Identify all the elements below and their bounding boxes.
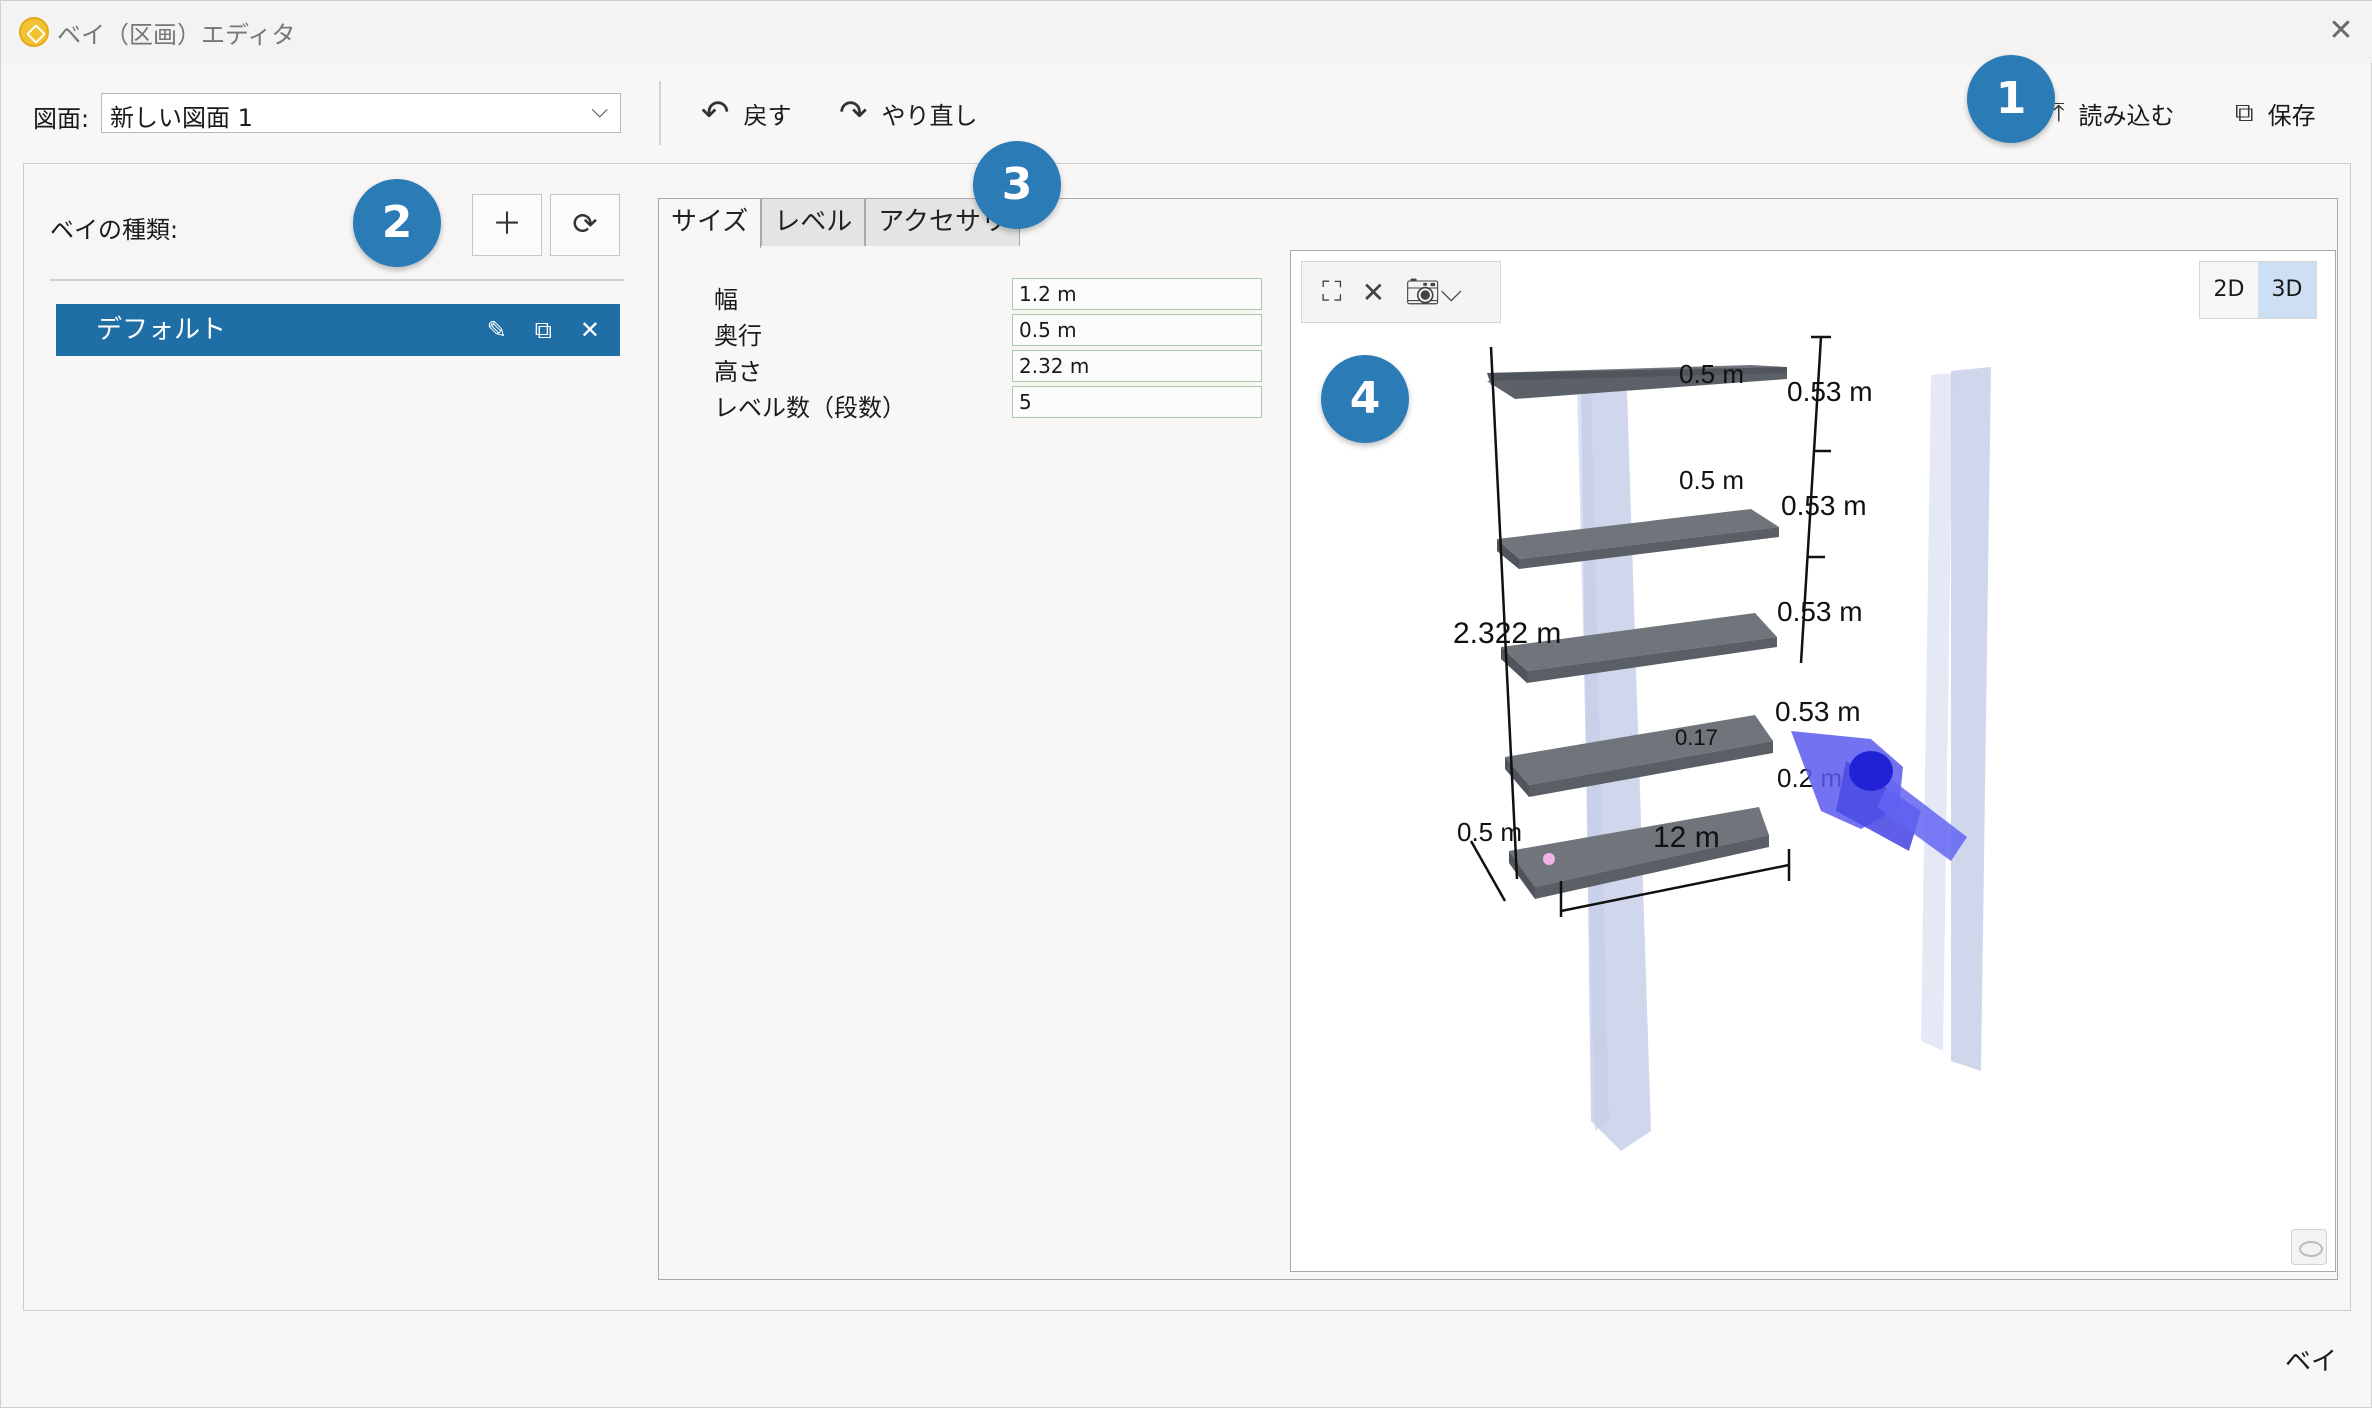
prop-row-levels: レベル数（段数） 5 — [692, 386, 1262, 422]
add-bay-button[interactable]: ＋ — [472, 194, 542, 256]
right-upright — [1951, 367, 1991, 1071]
bay-types-pane: ベイの種類: ＋ ⟳ デフォルト ✎ ⧉ ✕ — [24, 164, 644, 1310]
width-label: 幅 — [714, 286, 738, 314]
edit-icon[interactable]: ✎ — [487, 304, 507, 356]
3d-viewport[interactable]: 0.5 m 0.53 m 0.5 m 0.53 m 0.53 m 2.322 m… — [1290, 250, 2336, 1272]
refresh-icon: ⟳ — [572, 207, 598, 242]
bay-3d-scene: 0.5 m 0.53 m 0.5 m 0.53 m 0.53 m 2.322 m… — [1453, 335, 1991, 1151]
size-properties: 幅 1.2 m 奥行 0.5 m 高さ 2.32 m レベル数（段数） 5 — [692, 278, 1262, 422]
dim-level-4: 0.53 m — [1775, 696, 1861, 727]
height-input[interactable]: 2.32 m — [1012, 350, 1262, 382]
tab-level[interactable]: レベル — [761, 198, 866, 246]
bay-types-label: ベイの種類: — [50, 216, 179, 244]
drawing-select[interactable]: 新しい図面 1 ⌵ — [101, 93, 621, 133]
width-input[interactable]: 1.2 m — [1012, 278, 1262, 310]
drawing-label: 図面: — [33, 105, 90, 133]
levels-label: レベル数（段数） — [714, 394, 906, 422]
right-back-upright — [1921, 373, 1953, 1051]
toolbar-separator — [659, 81, 661, 145]
depth-input[interactable]: 0.5 m — [1012, 314, 1262, 346]
dim-depth-top: 0.5 m — [1679, 359, 1744, 389]
tab-size[interactable]: サイズ — [658, 198, 762, 248]
view-mode-toggle: 2D 3D — [2199, 261, 2317, 319]
mode-3d-button[interactable]: 3D — [2258, 262, 2316, 318]
status-text: ベイ — [2284, 1347, 2337, 1377]
callout-badge-4: 4 — [1321, 355, 1409, 443]
levels-input[interactable]: 5 — [1012, 386, 1262, 418]
mode-2d-button[interactable]: 2D — [2200, 262, 2258, 318]
dim-depth-bottom: 0.5 m — [1457, 817, 1522, 847]
main-panel: ベイの種類: ＋ ⟳ デフォルト ✎ ⧉ ✕ サイズ レベル アクセサリ 幅 1… — [23, 163, 2351, 1311]
bay-editor-window: ベイ（区画）エディタ ✕ 図面: 新しい図面 1 ⌵ ↶ 戻す ↷ やり直し ⤒… — [0, 0, 2372, 1408]
prop-row-width: 幅 1.2 m — [692, 278, 1262, 314]
plus-icon: ＋ — [492, 207, 522, 242]
app-logo-icon — [19, 17, 49, 47]
redo-label: やり直し — [881, 101, 978, 130]
callout-badge-1: 1 — [1967, 55, 2055, 143]
dim-level-2: 0.53 m — [1781, 490, 1867, 521]
callout-badge-2: 2 — [353, 179, 441, 267]
camera-icon[interactable]: 📷︎⌵ — [1405, 275, 1462, 309]
save-label: 保存 — [2267, 101, 2316, 130]
dim-level-3: 0.53 m — [1777, 596, 1863, 627]
dim-total-height: 2.322 m — [1453, 617, 1561, 650]
undo-icon: ↶ — [701, 93, 730, 133]
delete-icon[interactable]: ✕ — [580, 304, 600, 356]
undo-button[interactable]: ↶ 戻す — [701, 93, 792, 133]
save-button[interactable]: ⧉ 保存 — [2235, 93, 2316, 133]
dim-level-1: 0.53 m — [1787, 376, 1873, 407]
duplicate-icon[interactable]: ⧉ — [535, 304, 552, 356]
chevron-down-icon: ⌵ — [591, 98, 608, 123]
divider — [50, 279, 624, 281]
dim-partial: 0.17 — [1675, 725, 1718, 750]
bay-item-label: デフォルト — [96, 315, 227, 345]
undo-label: 戻す — [743, 101, 792, 130]
clear-icon[interactable]: ✕ — [1362, 276, 1385, 309]
zoom-fit-icon[interactable]: ⛶ — [1322, 275, 1342, 309]
load-label: 読み込む — [2078, 101, 2175, 130]
copy-save-icon: ⧉ — [2235, 98, 2254, 128]
title-bar: ベイ（区画）エディタ ✕ — [1, 1, 2372, 63]
property-tabs: サイズ レベル アクセサリ — [658, 198, 1020, 248]
close-icon[interactable]: ✕ — [2323, 13, 2359, 49]
height-label: 高さ — [714, 358, 762, 386]
bay-item-default[interactable]: デフォルト ✎ ⧉ ✕ — [56, 304, 620, 356]
window-title: ベイ（区画）エディタ — [57, 21, 296, 49]
callout-badge-3: 3 — [973, 141, 1061, 229]
prop-row-height: 高さ 2.32 m — [692, 350, 1262, 386]
refresh-button[interactable]: ⟳ — [550, 194, 620, 256]
shelf-2 — [1497, 509, 1779, 569]
visibility-icon[interactable] — [2291, 1229, 2327, 1265]
depth-label: 奥行 — [714, 322, 762, 350]
prop-row-depth: 奥行 0.5 m — [692, 314, 1262, 350]
origin-marker — [1543, 853, 1555, 865]
viewport-toolbar: ⛶ ✕ 📷︎⌵ — [1301, 261, 1501, 323]
drawing-select-value: 新しい図面 1 — [110, 104, 253, 132]
dim-width: 12 m — [1653, 821, 1720, 854]
redo-button[interactable]: ↷ やり直し — [839, 93, 978, 133]
dim-depth-2: 0.5 m — [1679, 465, 1744, 495]
redo-icon: ↷ — [839, 93, 868, 133]
load-button[interactable]: ⤒ 読み込む — [2053, 93, 2175, 133]
